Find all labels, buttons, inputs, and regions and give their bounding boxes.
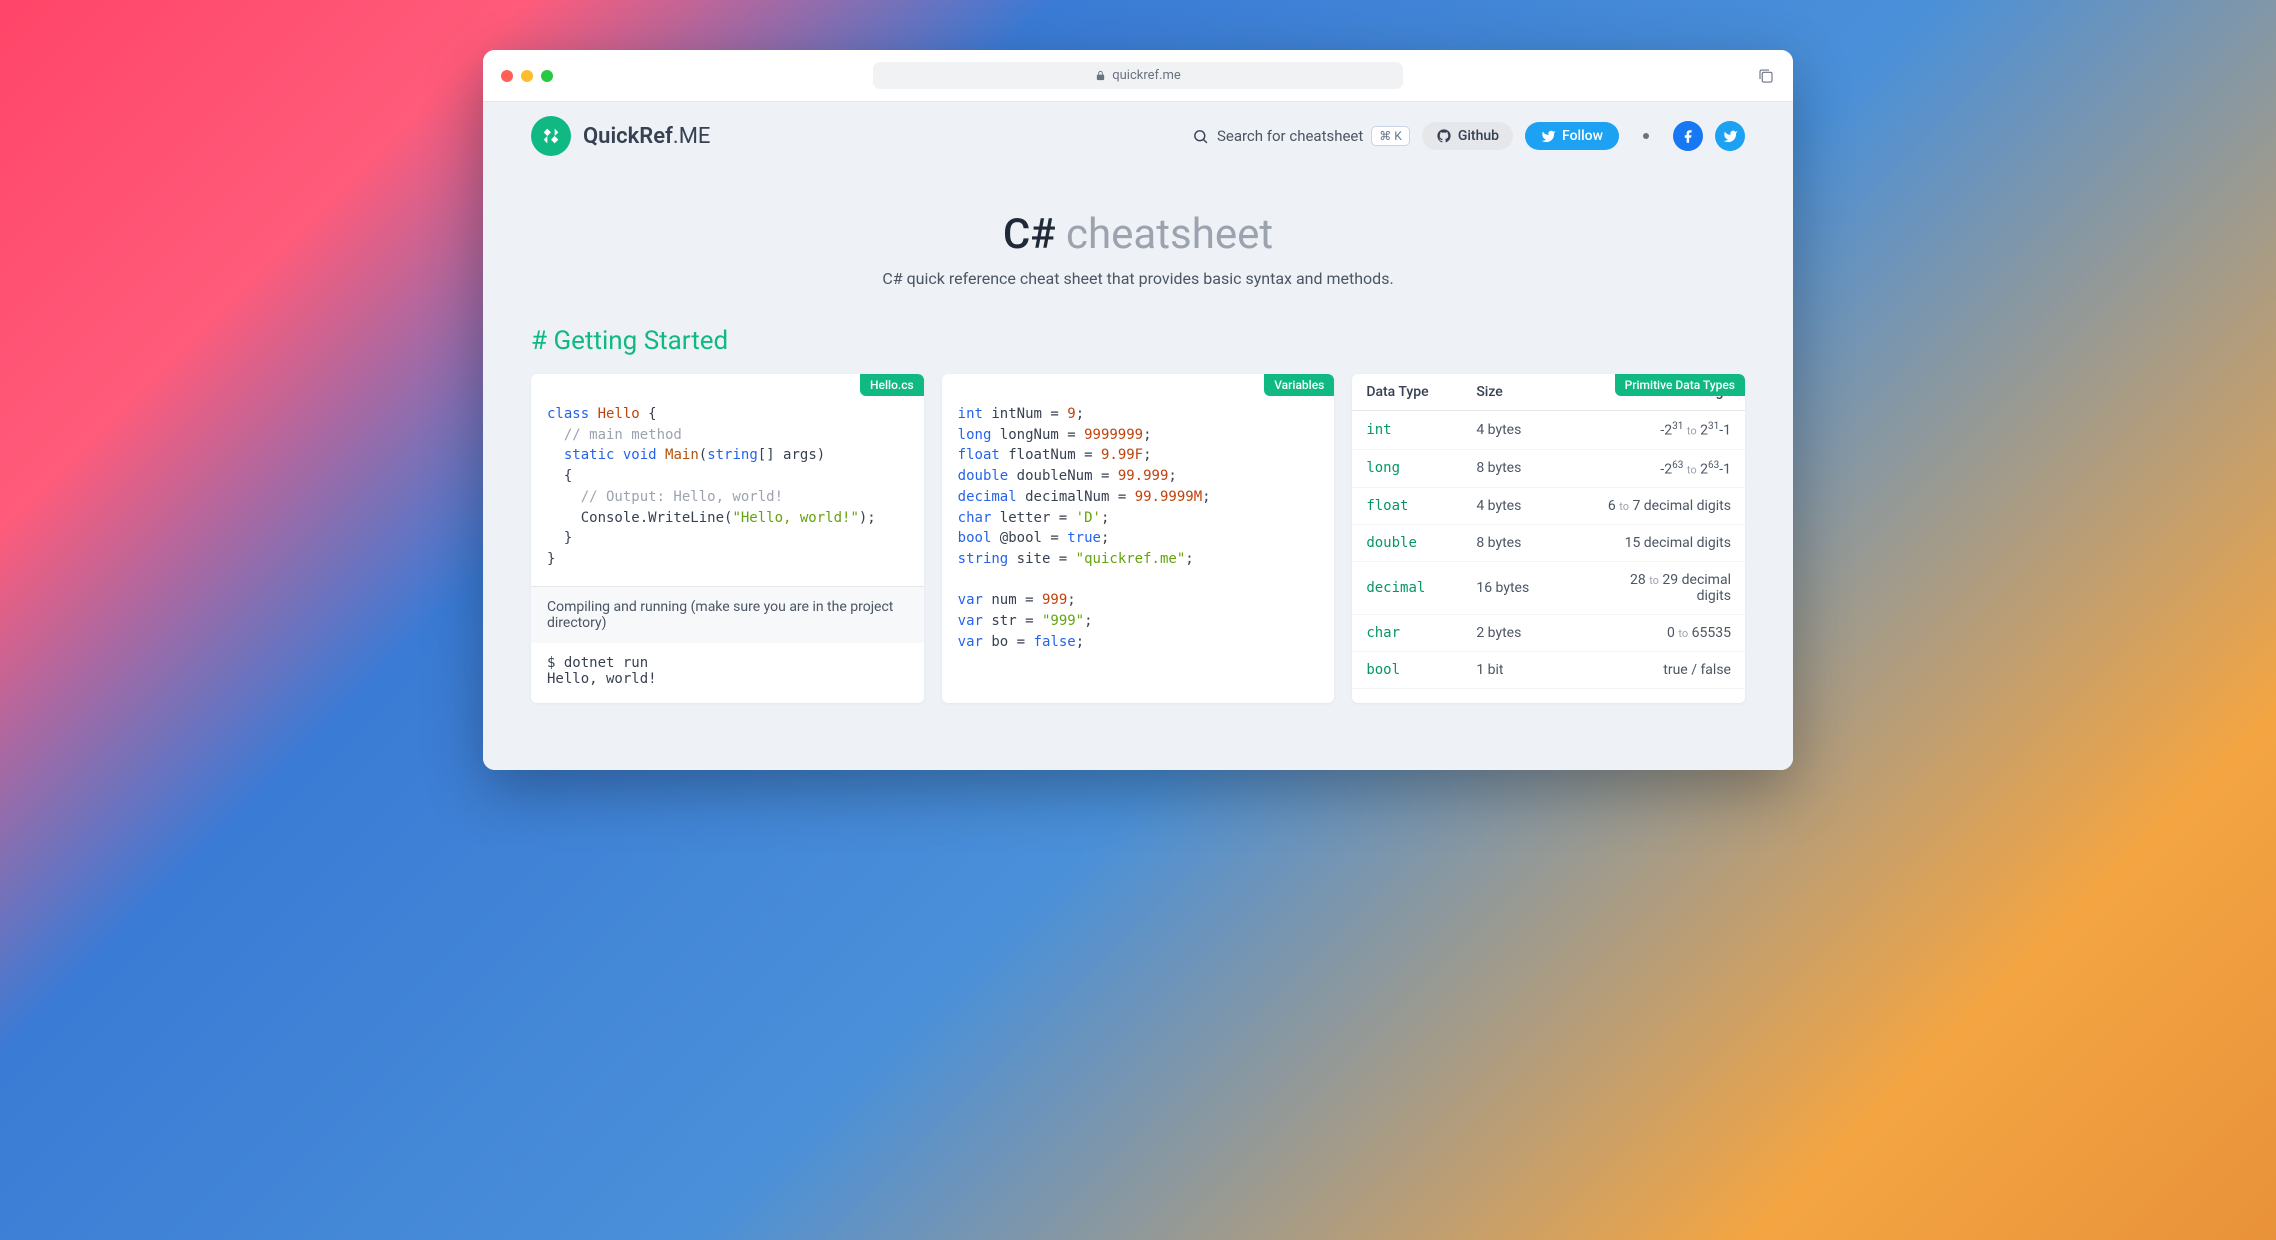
cell-range: 15 decimal digits: [1561, 525, 1745, 562]
cell-range: true / false: [1561, 652, 1745, 689]
cell-type: bool: [1352, 652, 1462, 689]
twitter-icon: [1541, 129, 1556, 144]
card-tag: Hello.cs: [860, 374, 924, 396]
logo-icon: [531, 116, 571, 156]
th-type: Data Type: [1352, 374, 1462, 411]
hero: C# cheatsheet C# quick reference cheat s…: [483, 170, 1793, 308]
titlebar: quickref.me: [483, 50, 1793, 102]
lock-icon: [1095, 70, 1106, 81]
cell-size: 2 bytes: [1462, 615, 1561, 652]
nav-right: Search for cheatsheet ⌘ K Github Follow: [1192, 121, 1745, 151]
cell-size: 1 bit: [1462, 652, 1561, 689]
cell-range: 0 to 65535: [1561, 615, 1745, 652]
facebook-icon: [1681, 129, 1696, 144]
cell-type: int: [1352, 411, 1462, 450]
cell-range: -263 to 263-1: [1561, 449, 1745, 488]
table-row: bool1 bittrue / false: [1352, 652, 1745, 689]
cell-size: 16 bytes: [1462, 562, 1561, 615]
cell-size: 4 bytes: [1462, 411, 1561, 450]
address-bar[interactable]: quickref.me: [873, 62, 1403, 89]
browser-window: quickref.me QuickRef.ME Search for cheat…: [483, 50, 1793, 770]
site-nav: QuickRef.ME Search for cheatsheet ⌘ K Gi…: [483, 102, 1793, 170]
cell-range: 28 to 29 decimaldigits: [1561, 562, 1745, 615]
cell-type: long: [1352, 449, 1462, 488]
cell-range: 6 to 7 decimal digits: [1561, 488, 1745, 525]
titlebar-right: [1595, 67, 1775, 85]
cell-size: 8 bytes: [1462, 449, 1561, 488]
cell-size: 4 bytes: [1462, 488, 1561, 525]
theme-toggle[interactable]: [1631, 121, 1661, 151]
table-row: decimal16 bytes28 to 29 decimaldigits: [1352, 562, 1745, 615]
search-trigger[interactable]: Search for cheatsheet ⌘ K: [1192, 126, 1410, 146]
page-subtitle: C# quick reference cheat sheet that prov…: [503, 269, 1773, 288]
sun-icon: [1637, 127, 1655, 145]
address-bar-container: quickref.me: [681, 62, 1595, 89]
table-row: long8 bytes-263 to 263-1: [1352, 449, 1745, 488]
card-hello: Hello.cs class Hello { // main method st…: [531, 374, 924, 703]
card-tag: Primitive Data Types: [1615, 374, 1745, 396]
th-size: Size: [1462, 374, 1561, 411]
card-tag: Variables: [1264, 374, 1334, 396]
twitter-icon: [1723, 129, 1738, 144]
maximize-button[interactable]: [541, 70, 553, 82]
page-title: C# cheatsheet: [503, 210, 1773, 259]
cell-type: char: [1352, 615, 1462, 652]
minimize-button[interactable]: [521, 70, 533, 82]
code-output: $ dotnet run Hello, world!: [531, 643, 924, 703]
table-row: double8 bytes15 decimal digits: [1352, 525, 1745, 562]
traffic-lights: [501, 70, 681, 82]
cell-type: double: [1352, 525, 1462, 562]
cell-type: float: [1352, 488, 1462, 525]
twitter-link[interactable]: [1715, 121, 1745, 151]
cell-range: -231 to 231-1: [1561, 411, 1745, 450]
brand-name: QuickRef.ME: [583, 124, 710, 149]
close-button[interactable]: [501, 70, 513, 82]
tabs-icon[interactable]: [1757, 67, 1775, 85]
section-heading: # Getting Started: [531, 326, 1745, 356]
cell-size: 8 bytes: [1462, 525, 1561, 562]
card-variables: Variables int intNum = 9; long longNum =…: [942, 374, 1335, 703]
table-row: int4 bytes-231 to 231-1: [1352, 411, 1745, 450]
facebook-link[interactable]: [1673, 121, 1703, 151]
search-icon: [1192, 128, 1209, 145]
search-placeholder: Search for cheatsheet: [1217, 127, 1363, 145]
code-block: int intNum = 9; long longNum = 9999999; …: [942, 374, 1335, 669]
table-row: char2 bytes0 to 65535: [1352, 615, 1745, 652]
types-table: Data Type Size Range int4 bytes-231 to 2…: [1352, 374, 1745, 689]
brand[interactable]: QuickRef.ME: [531, 116, 710, 156]
card-types: Primitive Data Types Data Type Size Rang…: [1352, 374, 1745, 703]
follow-button[interactable]: Follow: [1525, 122, 1619, 150]
search-shortcut: ⌘ K: [1371, 126, 1410, 146]
code-block: class Hello { // main method static void…: [531, 374, 924, 586]
github-link[interactable]: Github: [1422, 122, 1513, 150]
card-note: Compiling and running (make sure you are…: [531, 586, 924, 643]
github-icon: [1436, 128, 1452, 144]
card-grid: Hello.cs class Hello { // main method st…: [531, 374, 1745, 703]
url-host: quickref.me: [1112, 68, 1181, 83]
table-row: float4 bytes6 to 7 decimal digits: [1352, 488, 1745, 525]
page: QuickRef.ME Search for cheatsheet ⌘ K Gi…: [483, 102, 1793, 770]
content: # Getting Started Hello.cs class Hello {…: [483, 308, 1793, 721]
cell-type: decimal: [1352, 562, 1462, 615]
